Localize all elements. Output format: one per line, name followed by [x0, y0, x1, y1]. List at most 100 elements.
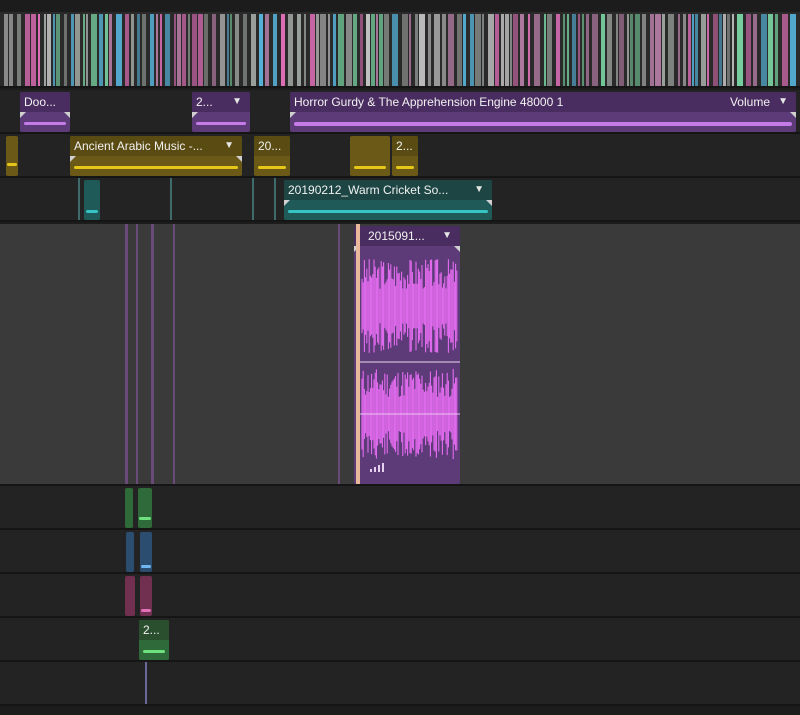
- clip-warm-cricket[interactable]: 20190212_Warm Cricket So... ▼: [284, 180, 492, 220]
- audio-track-a4-expanded[interactable]: 2015091... ▼: [0, 224, 800, 486]
- clip-edge-marker[interactable]: [145, 662, 147, 704]
- clip-stripe: [17, 14, 21, 86]
- clip-stripe: [379, 14, 383, 86]
- clip-2c[interactable]: 2...: [139, 620, 169, 660]
- playhead-clip-edge[interactable]: [356, 224, 360, 484]
- clip-title: Horror Gurdy & The Apprehension Engine 4…: [290, 92, 796, 112]
- clip-stripe: [775, 14, 778, 86]
- clip-edge-marker[interactable]: [78, 178, 80, 220]
- waveform: [196, 122, 246, 125]
- clip-stripe: [655, 14, 661, 86]
- clip-stripe: [243, 14, 247, 86]
- clip-2b[interactable]: 2...: [392, 136, 418, 176]
- top-clip-strip[interactable]: [0, 12, 800, 88]
- clip-stripe: [320, 14, 326, 86]
- chevron-down-icon[interactable]: ▼: [224, 136, 234, 156]
- clip-small-pink-a[interactable]: [125, 576, 135, 616]
- clip-stripe: [44, 14, 46, 86]
- clip-stripe: [31, 14, 36, 86]
- clip-edge-marker[interactable]: [274, 178, 276, 220]
- clip-horror-gurdy[interactable]: Horror Gurdy & The Apprehension Engine 4…: [290, 92, 796, 132]
- clip-20[interactable]: 20...: [254, 136, 290, 176]
- audio-track-a8[interactable]: 2...: [0, 618, 800, 662]
- clip-stripe: [737, 14, 743, 86]
- clip-stripe: [692, 14, 694, 86]
- clip-small-green-b[interactable]: [138, 488, 152, 528]
- clip-stripe: [105, 14, 108, 86]
- audio-track-a5[interactable]: [0, 486, 800, 530]
- clip-stripe: [338, 14, 344, 86]
- clip-ancient-arabic[interactable]: Ancient Arabic Music -... ▼: [70, 136, 242, 176]
- clip-stripe: [392, 14, 398, 86]
- waveform: [86, 210, 98, 213]
- clip-small-pink-b[interactable]: [140, 576, 152, 616]
- clip-stripe: [160, 14, 162, 86]
- clip-title: Doo...: [20, 92, 70, 112]
- clip-stripe: [475, 14, 481, 86]
- clip-stripe: [165, 14, 170, 86]
- clip-stripe: [678, 14, 680, 86]
- audio-track-a9[interactable]: [0, 662, 800, 706]
- clip-edge-marker[interactable]: [170, 178, 172, 220]
- clip-stripe: [761, 14, 767, 86]
- clip-title: 2...: [392, 136, 418, 156]
- clip-stripe: [83, 14, 85, 86]
- clip-stripe: [556, 14, 560, 86]
- clip-stripe: [174, 14, 176, 86]
- clip-stripe: [366, 14, 370, 86]
- clip-small-green-a[interactable]: [125, 488, 133, 528]
- clip-small-blue-b[interactable]: [140, 532, 152, 572]
- clip-edge-marker[interactable]: [136, 224, 138, 484]
- waveform: [396, 166, 414, 169]
- audio-track-a2[interactable]: Ancient Arabic Music -... ▼ 20... 2...: [0, 134, 800, 178]
- clip-small-teal[interactable]: [84, 180, 100, 220]
- chevron-down-icon[interactable]: ▼: [778, 92, 788, 112]
- clip-stripe: [520, 14, 524, 86]
- clip-stripe: [753, 14, 757, 86]
- clip-stripe: [534, 14, 540, 86]
- audio-track-a6[interactable]: [0, 530, 800, 574]
- clip-stripe: [9, 14, 13, 86]
- clip-door[interactable]: Doo...: [20, 92, 70, 132]
- clip-stripe: [328, 14, 330, 86]
- audio-track-a7[interactable]: [0, 574, 800, 618]
- waveform: [7, 163, 17, 166]
- chevron-down-icon[interactable]: ▼: [442, 226, 452, 246]
- chevron-down-icon[interactable]: ▼: [232, 96, 242, 107]
- clip-param-label[interactable]: Volume: [730, 92, 770, 112]
- clip-stripe: [265, 14, 269, 86]
- waveform-lane: [70, 156, 242, 176]
- clip-edge-marker[interactable]: [252, 178, 254, 220]
- clip-stripe: [25, 14, 30, 86]
- audio-track-a1[interactable]: Doo... 2... ▼ Horror Gurdy & The Apprehe…: [0, 90, 800, 134]
- clip-2[interactable]: 2... ▼: [192, 92, 250, 132]
- clip-stripe: [150, 14, 154, 86]
- clip-stripe: [259, 14, 263, 86]
- clip-edge-marker[interactable]: [151, 224, 154, 484]
- clip-2015091[interactable]: 2015091... ▼: [354, 226, 460, 484]
- clip-title-text: Ancient Arabic Music -...: [74, 139, 203, 153]
- clip-stripe: [513, 14, 518, 86]
- clip-stripe: [198, 14, 203, 86]
- clip-edge-marker[interactable]: [173, 224, 175, 484]
- clip-edge-marker[interactable]: [125, 224, 128, 484]
- chevron-down-icon[interactable]: ▼: [474, 180, 484, 200]
- clip-edge-marker[interactable]: [338, 224, 340, 484]
- clip-stripe: [630, 14, 633, 86]
- clip-stripe: [586, 14, 589, 86]
- clip-stripe: [297, 14, 301, 86]
- clip-small-blue-a[interactable]: [126, 532, 134, 572]
- clip-stripe: [488, 14, 494, 86]
- clip-stripe: [650, 14, 654, 86]
- stereo-waveform: [358, 259, 460, 460]
- waveform: [354, 166, 386, 169]
- waveform-lane: [20, 112, 70, 132]
- clip-small-yellow[interactable]: [6, 136, 18, 176]
- clip-stripe: [510, 14, 512, 86]
- clip-title: Ancient Arabic Music -... ▼: [70, 136, 242, 156]
- clip-group-yellow[interactable]: [350, 136, 390, 176]
- audio-track-a3[interactable]: 20190212_Warm Cricket So... ▼: [0, 178, 800, 222]
- clip-stripe: [53, 14, 55, 86]
- clip-stripe: [288, 14, 293, 86]
- waveform-lane: [392, 156, 418, 176]
